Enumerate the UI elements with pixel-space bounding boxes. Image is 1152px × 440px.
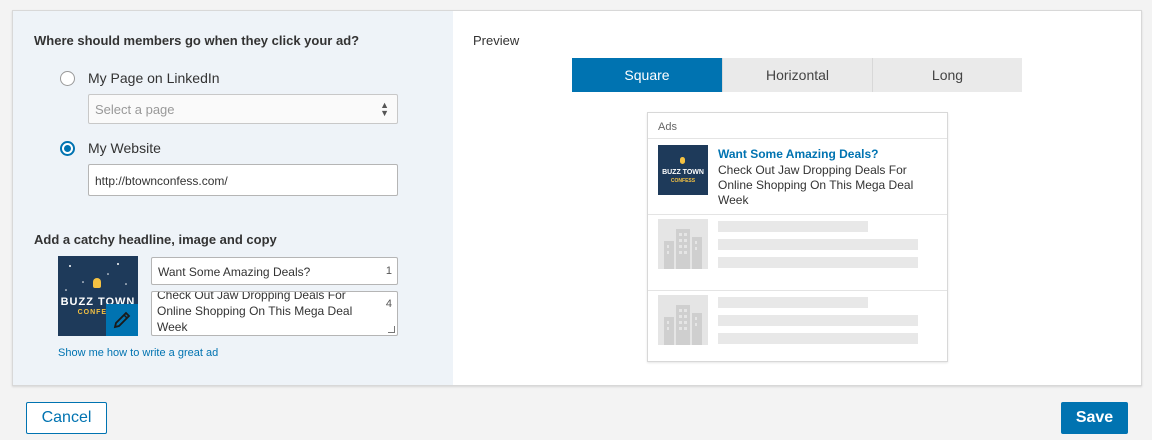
preview-tabs: Square Horizontal Long: [572, 58, 1022, 92]
lightbulb-icon: [680, 157, 685, 164]
ad-preview-body: Check Out Jaw Dropping Deals For Online …: [718, 163, 914, 207]
cancel-button[interactable]: Cancel: [26, 402, 107, 434]
page-select-placeholder: Select a page: [95, 102, 175, 117]
ad-preview: Ads BUZZ TOWN CONFESS Want Some Amazing …: [647, 112, 948, 362]
copy-value: Check Out Jaw Dropping Deals For Online …: [157, 291, 353, 334]
radio-my-page[interactable]: My Page on LinkedIn: [60, 70, 220, 86]
tab-long[interactable]: Long: [872, 58, 1022, 92]
copy-textarea[interactable]: Check Out Jaw Dropping Deals For Online …: [151, 291, 398, 336]
headline-value: Want Some Amazing Deals?: [158, 265, 311, 279]
ad-editor-card: Where should members go when they click …: [12, 10, 1142, 386]
radio-my-website-button[interactable]: [60, 140, 75, 156]
placeholder-line: [718, 333, 918, 344]
headline-input[interactable]: Want Some Amazing Deals? 1: [151, 257, 398, 285]
radio-my-website[interactable]: My Website: [60, 140, 161, 156]
placeholder-building-icon: [658, 219, 708, 269]
website-url-input[interactable]: http://btownconfess.com/: [88, 164, 398, 196]
pencil-icon: [113, 311, 131, 329]
website-url-value: http://btownconfess.com/: [95, 174, 228, 188]
save-button[interactable]: Save: [1061, 402, 1128, 434]
headline-counter: 1: [385, 265, 392, 277]
radio-my-page-button[interactable]: [60, 70, 75, 86]
edit-image-button[interactable]: [106, 304, 138, 336]
placeholder-building-icon: [658, 295, 708, 345]
divider: [648, 214, 947, 215]
preview-title: Preview: [473, 33, 520, 48]
lightbulb-icon: [93, 278, 101, 288]
preview-panel: Preview Square Horizontal Long Ads BUZZ …: [453, 11, 1141, 385]
page-select[interactable]: Select a page ▲ ▼: [88, 94, 398, 124]
destination-title: Where should members go when they click …: [34, 33, 360, 48]
placeholder-line: [718, 257, 918, 268]
resize-handle-icon[interactable]: [388, 326, 395, 333]
copy-counter: 4: [385, 298, 392, 310]
ad-image-logo-text: BUZZ TOWN: [662, 169, 704, 176]
radio-my-website-label: My Website: [88, 140, 161, 156]
ad-preview-headline: Want Some Amazing Deals?: [718, 147, 879, 161]
tab-horizontal[interactable]: Horizontal: [722, 58, 872, 92]
ad-image-logo-subtext: CONFESS: [670, 178, 696, 184]
ad-image-thumbnail[interactable]: BUZZ TOWN CONFESS: [58, 256, 138, 336]
placeholder-line: [718, 297, 868, 308]
ad-preview-image: BUZZ TOWN CONFESS: [658, 145, 708, 195]
divider: [648, 290, 947, 291]
updown-arrows-icon: ▲ ▼: [380, 100, 389, 118]
creative-title: Add a catchy headline, image and copy: [34, 232, 277, 247]
tab-square[interactable]: Square: [572, 58, 722, 92]
ads-label: Ads: [658, 121, 677, 133]
radio-my-page-label: My Page on LinkedIn: [88, 70, 220, 86]
placeholder-line: [718, 315, 918, 326]
placeholder-line: [718, 239, 918, 250]
ad-settings-panel: Where should members go when they click …: [13, 11, 453, 385]
placeholder-line: [718, 221, 868, 232]
divider: [648, 138, 947, 139]
help-link[interactable]: Show me how to write a great ad: [58, 347, 218, 359]
